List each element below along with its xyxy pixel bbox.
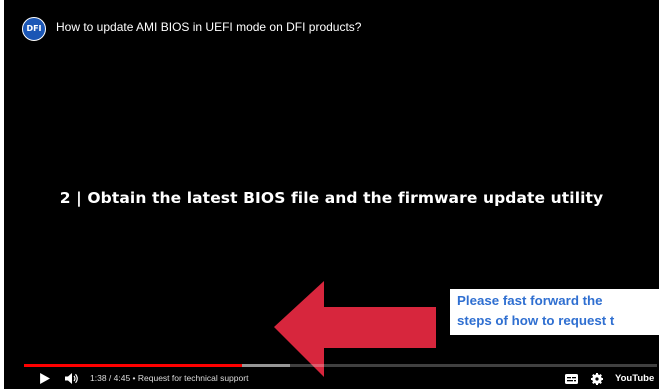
video-title[interactable]: How to update AMI BIOS in UEFI mode on D… bbox=[56, 20, 361, 34]
captions-button[interactable] bbox=[562, 368, 580, 389]
settings-icon bbox=[591, 372, 603, 385]
video-player[interactable]: DFI How to update AMI BIOS in UEFI mode … bbox=[4, 0, 659, 389]
channel-logo[interactable]: DFI bbox=[22, 17, 46, 41]
slide-text: 2 | Obtain the latest BIOS file and the … bbox=[59, 189, 604, 207]
time-display[interactable]: 1:38 / 4:45 • Request for technical supp… bbox=[90, 373, 248, 383]
play-icon bbox=[39, 373, 50, 384]
play-button[interactable] bbox=[34, 368, 54, 389]
settings-button[interactable] bbox=[588, 368, 606, 389]
control-bar: 1:38 / 4:45 • Request for technical supp… bbox=[4, 368, 659, 389]
annotation-line-2: steps of how to request t bbox=[457, 313, 615, 328]
annotation-note: Please fast forward the steps of how to … bbox=[450, 289, 659, 335]
youtube-logo[interactable]: YouTube bbox=[615, 373, 654, 384]
played-bar bbox=[24, 364, 242, 367]
red-arrow-icon bbox=[274, 281, 436, 377]
annotation-line-1: Please fast forward the bbox=[457, 293, 603, 308]
volume-icon bbox=[65, 373, 78, 384]
captions-icon bbox=[564, 373, 578, 384]
volume-button[interactable] bbox=[62, 368, 82, 389]
progress-bar[interactable] bbox=[24, 364, 657, 367]
title-bar: DFI How to update AMI BIOS in UEFI mode … bbox=[4, 0, 659, 52]
